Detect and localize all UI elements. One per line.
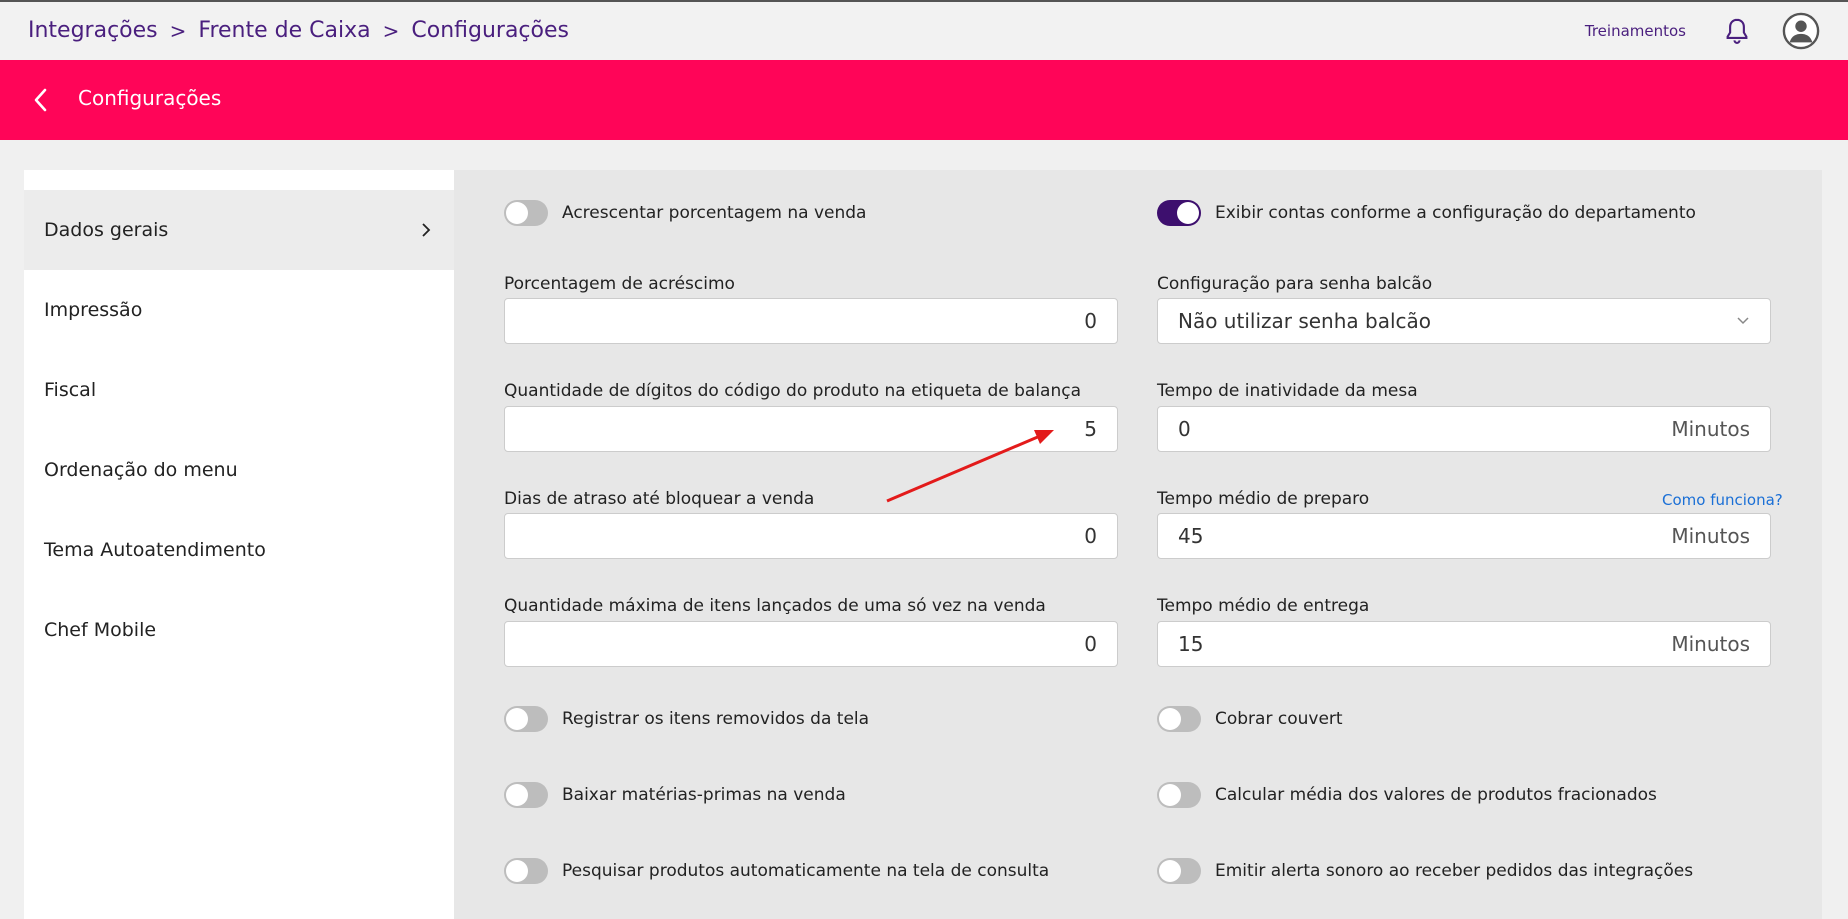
input-value: 45 — [1178, 524, 1204, 548]
breadcrumb-frente-de-caixa[interactable]: Frente de Caixa — [198, 18, 370, 43]
toggle-label: Baixar matérias-primas na venda — [562, 785, 846, 805]
inatividade-mesa-input[interactable]: 0 Minutos — [1157, 406, 1771, 452]
setting-baixar-materias: Baixar matérias-primas na venda — [504, 782, 846, 808]
setting-pesquisar-auto: Pesquisar produtos automaticamente na te… — [504, 858, 1049, 884]
tempo-preparo-input[interactable]: 45 Minutos — [1157, 513, 1771, 559]
digitos-codigo-label: Quantidade de dígitos do código do produ… — [504, 381, 1081, 401]
bell-icon[interactable] — [1722, 16, 1752, 46]
sidebar-item-impressao[interactable]: Impressão — [24, 270, 454, 350]
input-value: 0 — [1084, 309, 1097, 333]
input-value: 0 — [1084, 524, 1097, 548]
page-header: Configurações — [0, 60, 1848, 140]
input-value: 15 — [1178, 632, 1204, 656]
input-suffix: Minutos — [1671, 524, 1750, 548]
toggle-label: Acrescentar porcentagem na venda — [562, 203, 867, 223]
setting-acrescentar-porcentagem: Acrescentar porcentagem na venda — [504, 200, 866, 226]
breadcrumb: Integrações > Frente de Caixa > Configur… — [28, 18, 569, 43]
tempo-entrega-input[interactable]: 15 Minutos — [1157, 621, 1771, 667]
toggle-label: Exibir contas conforme a configuração do… — [1215, 203, 1696, 223]
input-suffix: Minutos — [1671, 417, 1750, 441]
dias-atraso-input[interactable]: 0 — [504, 513, 1118, 559]
qtd-maxima-itens-input[interactable]: 0 — [504, 621, 1118, 667]
digitos-codigo-input[interactable]: 5 — [504, 406, 1118, 452]
back-chevron-icon[interactable] — [32, 86, 50, 114]
sidebar-item-label: Fiscal — [44, 379, 97, 401]
header-actions: Treinamentos — [1585, 12, 1820, 50]
input-value: 0 — [1084, 632, 1097, 656]
acrescentar-porcentagem-toggle[interactable] — [504, 200, 548, 226]
setting-cobrar-couvert: Cobrar couvert — [1157, 706, 1343, 732]
porcentagem-acrescimo-input[interactable]: 0 — [504, 298, 1118, 344]
sidebar-item-fiscal[interactable]: Fiscal — [24, 350, 454, 430]
sidebar-item-label: Chef Mobile — [44, 619, 157, 641]
setting-exibir-contas: Exibir contas conforme a configuração do… — [1157, 200, 1696, 226]
toggle-label: Pesquisar produtos automaticamente na te… — [562, 861, 1050, 881]
registrar-removidos-toggle[interactable] — [504, 706, 548, 732]
cobrar-couvert-toggle[interactable] — [1157, 706, 1201, 732]
sidebar-item-ordenacao-menu[interactable]: Ordenação do menu — [24, 430, 454, 510]
user-avatar-icon[interactable] — [1782, 12, 1820, 50]
settings-sidebar: Dados gerais Impressão Fiscal Ordenação … — [24, 170, 454, 919]
breadcrumb-integracoes[interactable]: Integrações — [28, 18, 158, 43]
toggle-label: Cobrar couvert — [1215, 709, 1343, 729]
breadcrumb-separator: > — [169, 18, 187, 43]
pesquisar-auto-toggle[interactable] — [504, 858, 548, 884]
setting-calcular-media: Calcular média dos valores de produtos f… — [1157, 782, 1657, 808]
toggle-label: Emitir alerta sonoro ao receber pedidos … — [1215, 861, 1694, 881]
como-funciona-link[interactable]: Como funciona? — [1662, 491, 1783, 509]
sidebar-item-label: Dados gerais — [44, 219, 169, 241]
dias-atraso-label: Dias de atraso até bloquear a venda — [504, 489, 815, 509]
exibir-contas-toggle[interactable] — [1157, 200, 1201, 226]
input-value: 0 — [1178, 417, 1191, 441]
sidebar-item-label: Ordenação do menu — [44, 459, 238, 481]
toggle-label: Registrar os itens removidos da tela — [562, 709, 870, 729]
setting-alerta-sonoro: Emitir alerta sonoro ao receber pedidos … — [1157, 858, 1693, 884]
alerta-sonoro-toggle[interactable] — [1157, 858, 1201, 884]
tempo-preparo-label: Tempo médio de preparo — [1157, 489, 1370, 509]
inatividade-mesa-label: Tempo de inatividade da mesa — [1157, 381, 1418, 401]
breadcrumb-configuracoes[interactable]: Configurações — [411, 18, 569, 43]
breadcrumb-separator: > — [382, 18, 400, 43]
input-value: 5 — [1084, 417, 1097, 441]
setting-registrar-removidos: Registrar os itens removidos da tela — [504, 706, 869, 732]
sidebar-item-chef-mobile[interactable]: Chef Mobile — [24, 590, 454, 670]
toggle-label: Calcular média dos valores de produtos f… — [1215, 785, 1657, 805]
senha-balcao-select[interactable]: Não utilizar senha balcão — [1157, 298, 1771, 344]
qtd-maxima-itens-label: Quantidade máxima de itens lançados de u… — [504, 596, 1046, 616]
sidebar-item-label: Tema Autoatendimento — [44, 539, 266, 561]
sidebar-item-dados-gerais[interactable]: Dados gerais — [24, 190, 454, 270]
chevron-right-icon — [422, 223, 431, 237]
page-title: Configurações — [78, 86, 222, 110]
input-suffix: Minutos — [1671, 632, 1750, 656]
porcentagem-acrescimo-label: Porcentagem de acréscimo — [504, 274, 735, 294]
baixar-materias-toggle[interactable] — [504, 782, 548, 808]
sidebar-item-label: Impressão — [44, 299, 143, 321]
chevron-down-icon — [1737, 317, 1749, 325]
senha-balcao-label: Configuração para senha balcão — [1157, 274, 1433, 294]
training-link[interactable]: Treinamentos — [1585, 22, 1686, 40]
calcular-media-toggle[interactable] — [1157, 782, 1201, 808]
tempo-entrega-label: Tempo médio de entrega — [1157, 596, 1370, 616]
select-value: Não utilizar senha balcão — [1178, 309, 1432, 333]
top-bar: Integrações > Frente de Caixa > Configur… — [0, 0, 1848, 60]
settings-panel: Acrescentar porcentagem na venda Exibir … — [454, 170, 1822, 919]
sidebar-item-tema-autoatendimento[interactable]: Tema Autoatendimento — [24, 510, 454, 590]
